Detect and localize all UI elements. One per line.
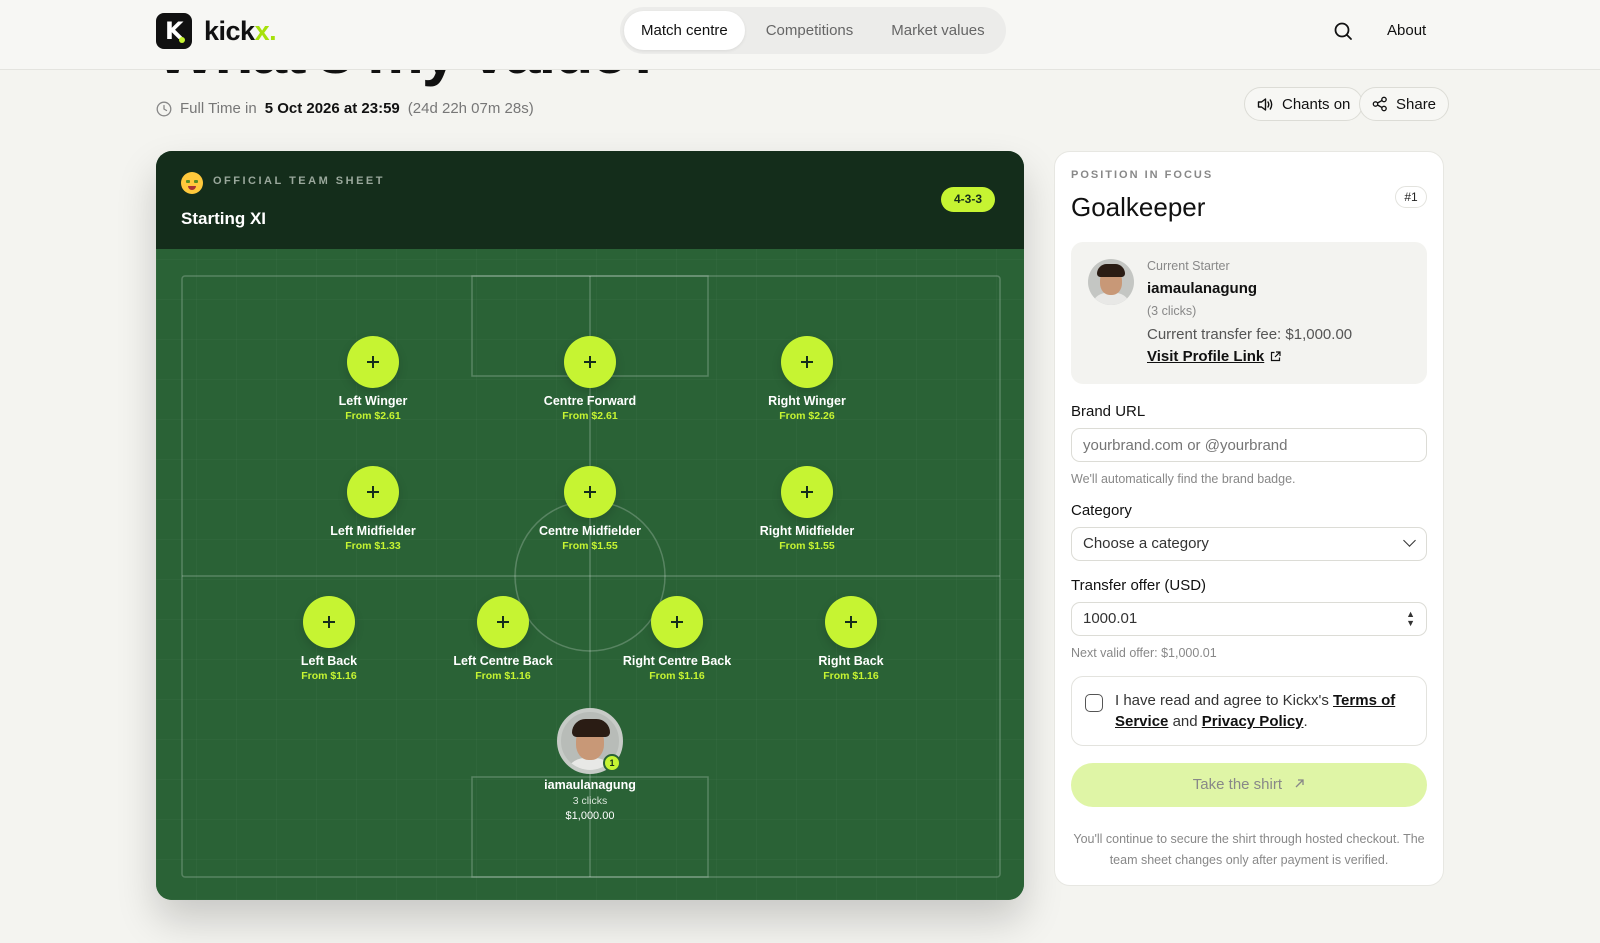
starting-xi-title: Starting XI bbox=[181, 209, 267, 228]
speaker-icon bbox=[1257, 97, 1273, 111]
add-player-icon bbox=[347, 336, 399, 388]
goalkeeper-number-badge: 1 bbox=[603, 754, 621, 772]
terms-agreement-text: I have read and agree to Kickx's Terms o… bbox=[1115, 692, 1396, 730]
goalkeeper-name: iamaulanagung bbox=[544, 778, 636, 792]
current-starter-card: Current Starter iamaulanagung (3 clicks)… bbox=[1071, 242, 1427, 384]
add-player-icon bbox=[825, 596, 877, 648]
team-sheet-kicker: OFFICIAL TEAM SHEET bbox=[213, 175, 385, 187]
category-label: Category bbox=[1071, 502, 1132, 519]
about-link[interactable]: About bbox=[1387, 22, 1426, 39]
take-the-shirt-button[interactable]: Take the shirt bbox=[1071, 763, 1427, 807]
kickx-logo[interactable]: K kickx. bbox=[156, 13, 277, 49]
add-player-icon bbox=[651, 596, 703, 648]
countdown: (24d 22h 07m 28s) bbox=[407, 100, 534, 117]
tab-market-values[interactable]: Market values bbox=[874, 11, 1001, 50]
top-navigation-bar: K kickx. Match centre Competitions Marke… bbox=[0, 0, 1600, 70]
position-slot-left-back[interactable]: Left Back From $1.16 bbox=[249, 596, 409, 682]
add-player-icon bbox=[347, 466, 399, 518]
add-player-icon bbox=[781, 336, 833, 388]
position-focus-panel: POSITION IN FOCUS Goalkeeper #1 Current … bbox=[1054, 151, 1444, 886]
terms-agreement-box: I have read and agree to Kickx's Terms o… bbox=[1071, 676, 1427, 746]
tab-match-centre[interactable]: Match centre bbox=[624, 11, 745, 50]
position-slot-left-winger[interactable]: Left Winger From $2.61 bbox=[293, 336, 453, 422]
football-pitch: Left Winger From $2.61 Centre Forward Fr… bbox=[156, 249, 1024, 900]
add-player-icon bbox=[303, 596, 355, 648]
checkout-footnote: You'll continue to secure the shirt thro… bbox=[1073, 832, 1425, 867]
number-stepper-icon[interactable]: ▲ ▼ bbox=[1406, 610, 1415, 628]
formation-badge: 4-3-3 bbox=[941, 187, 996, 212]
tab-competitions[interactable]: Competitions bbox=[749, 11, 871, 50]
share-icon bbox=[1372, 96, 1387, 112]
panel-kicker: POSITION IN FOCUS bbox=[1071, 169, 1214, 181]
chevron-down-icon bbox=[1403, 534, 1416, 547]
full-time-row: Full Time in 5 Oct 2026 at 23:59 (24d 22… bbox=[156, 100, 534, 117]
position-slot-left-centre-back[interactable]: Left Centre Back From $1.16 bbox=[423, 596, 583, 682]
share-label: Share bbox=[1396, 95, 1437, 113]
terms-checkbox[interactable] bbox=[1085, 694, 1103, 712]
position-number-badge: #1 bbox=[1395, 186, 1427, 208]
goalkeeper-slot[interactable]: 1 iamaulanagung 3 clicks $1,000.00 bbox=[510, 708, 670, 822]
visit-profile-link[interactable]: Visit Profile Link bbox=[1147, 348, 1281, 365]
position-slot-right-centre-back[interactable]: Right Centre Back From $1.16 bbox=[597, 596, 757, 682]
starter-label: Current Starter bbox=[1147, 259, 1230, 273]
transfer-offer-label: Transfer offer (USD) bbox=[1071, 577, 1207, 594]
add-player-icon bbox=[564, 336, 616, 388]
privacy-policy-link[interactable]: Privacy Policy bbox=[1202, 713, 1304, 730]
clock-icon bbox=[156, 101, 172, 116]
position-slot-right-back[interactable]: Right Back From $1.16 bbox=[771, 596, 931, 682]
brand-url-help: We'll automatically find the brand badge… bbox=[1071, 472, 1296, 486]
position-slot-centre-midfielder[interactable]: Centre Midfielder From $1.55 bbox=[510, 466, 670, 552]
brand-url-label: Brand URL bbox=[1071, 403, 1146, 420]
arrow-up-right-icon bbox=[1295, 779, 1304, 788]
brand-url-input[interactable] bbox=[1071, 428, 1427, 462]
full-time-date: 5 Oct 2026 at 23:59 bbox=[264, 100, 400, 117]
add-player-icon bbox=[781, 466, 833, 518]
position-slot-left-midfielder[interactable]: Left Midfielder From $1.33 bbox=[293, 466, 453, 552]
starter-name: iamaulanagung bbox=[1147, 280, 1258, 297]
logo-mark-icon: K bbox=[156, 13, 192, 49]
goalkeeper-fee: $1,000.00 bbox=[565, 810, 615, 822]
logo-wordmark: kickx. bbox=[204, 15, 277, 46]
chants-toggle-button[interactable]: Chants on bbox=[1244, 87, 1364, 121]
main-nav-tabs: Match centre Competitions Market values bbox=[620, 7, 1006, 54]
position-slot-right-winger[interactable]: Right Winger From $2.26 bbox=[727, 336, 887, 422]
position-slot-centre-forward[interactable]: Centre Forward From $2.61 bbox=[510, 336, 670, 422]
goalkeeper-clicks: 3 clicks bbox=[572, 795, 608, 807]
add-player-icon bbox=[564, 466, 616, 518]
starter-clicks: (3 clicks) bbox=[1147, 304, 1197, 318]
category-select[interactable]: Choose a category bbox=[1071, 527, 1427, 561]
starter-avatar bbox=[1088, 259, 1134, 305]
chants-label: Chants on bbox=[1282, 95, 1351, 113]
external-link-icon bbox=[1271, 351, 1281, 362]
transfer-offer-help: Next valid offer: $1,000.01 bbox=[1071, 646, 1217, 660]
share-button[interactable]: Share bbox=[1359, 87, 1450, 121]
search-icon[interactable] bbox=[1332, 20, 1354, 42]
transfer-offer-input[interactable]: 1000.01 ▲ ▼ bbox=[1071, 602, 1427, 636]
position-slot-right-midfielder[interactable]: Right Midfielder From $1.55 bbox=[727, 466, 887, 552]
panel-title: Goalkeeper bbox=[1071, 192, 1206, 222]
team-sheet-card: OFFICIAL TEAM SHEET Starting XI 4-3-3 Le… bbox=[156, 151, 1024, 900]
starter-transfer-fee: Current transfer fee: $1,000.00 bbox=[1147, 326, 1353, 343]
team-sheet-header: OFFICIAL TEAM SHEET Starting XI 4-3-3 bbox=[156, 151, 1024, 249]
money-face-emoji-icon bbox=[181, 172, 203, 194]
add-player-icon bbox=[477, 596, 529, 648]
full-time-prefix: Full Time in bbox=[180, 100, 257, 117]
